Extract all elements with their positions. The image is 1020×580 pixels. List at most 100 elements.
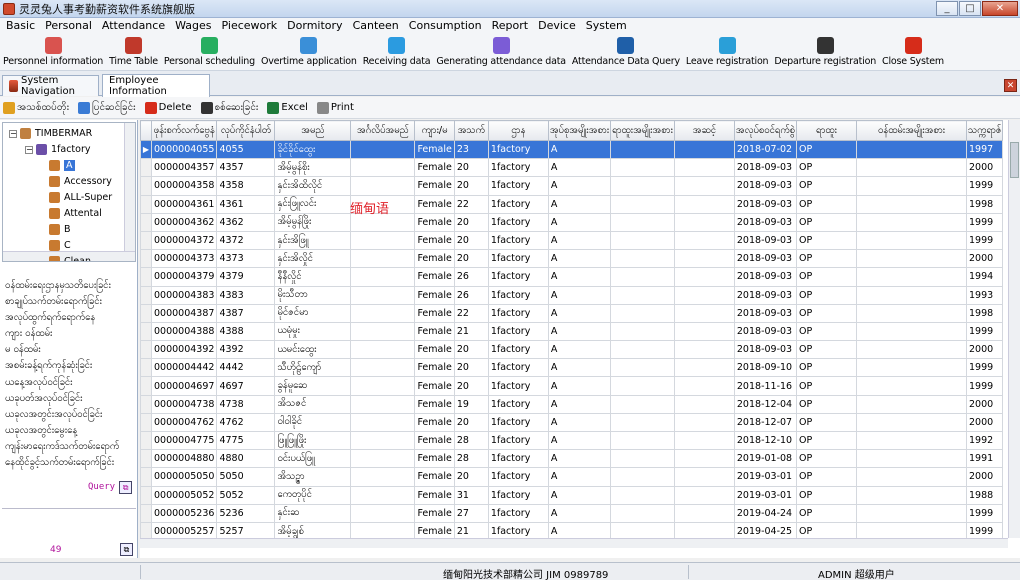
reminder-item[interactable]: ကျား ဝန်ထမ်း	[2, 326, 136, 342]
column-header[interactable]: ရာထူး	[795, 120, 857, 141]
action-button-5[interactable]: Print	[316, 101, 354, 114]
reminder-item[interactable]: အစမ်းခန့်ရက်ကုန်ဆုံးခြင်း	[2, 358, 136, 374]
reminder-item[interactable]: ဝန်ထမ်းရေးဌာနမှသတိပေးခြင်း	[2, 278, 136, 294]
table-row[interactable]: 0000004362 4362 အိမ့်မွန်ဖြိုး Female 20 1fac…	[140, 212, 1004, 232]
reminder-item[interactable]: ယခုလအတွင်းအလုပ်ဝင်ခြင်း	[2, 407, 136, 423]
table-row[interactable]: 0000004379 4379 နီနီလှိုင် Female 26 1factory…	[140, 267, 1004, 287]
table-row[interactable]: 0000004388 4388 ယမုံမှုး Female 21 1factory A 2…	[140, 321, 1004, 342]
popup-icon[interactable]: ⧉	[119, 480, 133, 494]
column-header[interactable]: အဆင့်	[673, 120, 735, 141]
toolbar-button-7[interactable]: Leave registration	[683, 34, 772, 70]
column-header[interactable]: အင်္ဂလိပ်အမည်	[350, 120, 416, 141]
tree-node-c[interactable]: C	[49, 238, 71, 253]
tree-node-clean[interactable]: Clean	[49, 254, 91, 261]
table-row[interactable]: ▶ 0000004055 4055 ခိုင်ခိုင်ထွေး Female 23 1fa…	[140, 139, 1004, 160]
tree-node-a[interactable]: A	[49, 158, 75, 173]
department-tree[interactable]: − TIMBERMAR −1factory A Accessory ALL-Super At…	[2, 122, 136, 262]
tree-node-all-super[interactable]: ALL-Super	[49, 190, 112, 205]
table-row[interactable]: 0000004358 4358 နှင်းအိထိလိုင် Female 20 1fac…	[140, 176, 1004, 196]
table-row[interactable]: 0000004775 4775 ဖြူဖြူဖြိုး Female 28 1factor…	[140, 430, 1004, 451]
reminder-item[interactable]: အလုပ်ထွက်ရက်ရောက်နေ	[2, 310, 136, 326]
action-button-3[interactable]: စစ်ဆေးခြင်း	[200, 100, 258, 115]
grid-scroll-thumb[interactable]	[1010, 142, 1019, 178]
reminder-item[interactable]: နေထိုင်ခွင့်သက်တမ်းရောက်ခြင်း	[2, 455, 136, 471]
toolbar-button-9[interactable]: Close System	[879, 34, 947, 70]
column-header[interactable]: အုပ်စုအမျိုးအစား	[547, 120, 612, 141]
tree-node-factory[interactable]: − 1factory	[25, 142, 91, 157]
menu-item-piecework[interactable]: Piecework	[218, 18, 284, 34]
tree-expander-icon[interactable]: −	[9, 129, 17, 138]
tree-expander-icon[interactable]: −	[25, 145, 33, 154]
column-header[interactable]: လုပ်ကိုင်နံပါတ်	[216, 120, 276, 141]
menu-item-canteen[interactable]: Canteen	[349, 18, 405, 34]
menu-item-personal[interactable]: Personal	[41, 18, 98, 34]
grid-vertical-scrollbar[interactable]	[1008, 120, 1020, 538]
table-row[interactable]: 0000005236 5236 နှင်းဆ Female 27 1factory A 201…	[140, 503, 1004, 523]
tree-vertical-scrollbar[interactable]	[124, 123, 135, 261]
table-row[interactable]: 0000004357 4357 အိမ့်မွန်စိုး Female 20 1fact…	[140, 158, 1004, 178]
column-header[interactable]: ရာထူးအမျိုးအစား	[610, 120, 675, 141]
column-header[interactable]: သက္ကရာဇ်	[965, 120, 1004, 141]
column-header[interactable]: အလုပ်စဝင်ရက်စွဲ	[733, 120, 797, 141]
column-header[interactable]: ဌာန	[487, 120, 549, 141]
toolbar-button-4[interactable]: Receiving data	[360, 34, 434, 70]
tab-system-navigation[interactable]: System Navigation	[2, 75, 99, 97]
tree-node-attental[interactable]: Attental	[49, 206, 102, 221]
menu-item-report[interactable]: Report	[488, 18, 534, 34]
table-row[interactable]: 0000004762 4762 ဝါဝါခိုင် Female 20 1factory A…	[140, 412, 1004, 433]
toolbar-button-5[interactable]: Generating attendance data	[433, 34, 569, 70]
menu-item-wages[interactable]: Wages	[171, 18, 217, 34]
toolbar-button-3[interactable]: Overtime application	[258, 34, 360, 70]
action-button-4[interactable]: Excel	[267, 101, 308, 114]
query-button[interactable]: Query ⧉	[88, 480, 133, 494]
tree-node-root[interactable]: − TIMBERMAR	[9, 126, 92, 141]
menu-item-dormitory[interactable]: Dormitory	[283, 18, 348, 34]
table-row[interactable]: 0000005052 5052 ကေတုပိုင် Female 31 1factory A…	[140, 485, 1004, 505]
reminder-item[interactable]: စာချုပ်သက်တမ်းရောက်ခြင်း	[2, 294, 136, 310]
column-header[interactable]: ဝန်ထမ်းအမျိုးအစား	[855, 120, 967, 141]
table-row[interactable]: 0000004697 4697 ခွန်မူဆေ Female 20 1factory A 2…	[140, 376, 1004, 396]
menu-item-consumption[interactable]: Consumption	[405, 18, 488, 34]
action-button-1[interactable]: ပြင်ဆင်ခြင်း	[78, 100, 136, 115]
menu-item-basic[interactable]: Basic	[2, 18, 41, 34]
action-button-2[interactable]: Delete	[144, 101, 192, 114]
column-header[interactable]: အမည်	[274, 120, 352, 141]
maximize-button[interactable]: □	[959, 1, 981, 16]
toolbar-button-0[interactable]: Personnel information	[0, 34, 106, 70]
close-window-button[interactable]: ✕	[982, 1, 1018, 16]
table-cell: နှင်းဆ	[274, 503, 352, 523]
reminder-item[interactable]: ယနေ့အလုပ်ဝင်ခြင်း	[2, 375, 136, 391]
toolbar-button-2[interactable]: Personal scheduling	[161, 34, 258, 70]
table-row[interactable]: 0000004361 4361 နှင်းဖြူလင်း Female 22 1facto…	[140, 194, 1004, 214]
reminder-item[interactable]: ယခုပတ်အလုပ်ဝင်ခြင်း	[2, 391, 136, 407]
tree-node-accessory[interactable]: Accessory	[49, 174, 112, 189]
close-tab-icon[interactable]: ✕	[1004, 79, 1017, 92]
reminder-item[interactable]: ယခုလအတွင်းမွေးနေ့	[2, 423, 136, 439]
minimize-button[interactable]: _	[936, 1, 958, 16]
tree-node-b[interactable]: B	[49, 222, 71, 237]
reminder-item[interactable]: ကျန်းမာရေးကဒ်သက်တမ်းရောက်	[2, 439, 136, 455]
table-row[interactable]: 0000004880 4880 ဝင်းပယ်ဖြူ Female 28 1factory…	[140, 449, 1004, 469]
grid-horizontal-scrollbar[interactable]	[140, 538, 1008, 548]
menu-item-system[interactable]: System	[582, 18, 633, 34]
table-row[interactable]: 0000004372 4372 နှင်းအိဖြူ Female 20 1factory…	[140, 230, 1004, 251]
column-header[interactable]: ဖုန်းစက်လက်ဗွေနံ	[150, 120, 218, 141]
column-header[interactable]: ကျား/မ	[414, 120, 455, 141]
tab-employee-information[interactable]: Employee Information	[102, 74, 210, 97]
toolbar-button-6[interactable]: Attendance Data Query	[569, 34, 683, 70]
menu-item-device[interactable]: Device	[534, 18, 582, 34]
table-row[interactable]: 0000004392 4392 ယမင်းထွေး Female 20 1factory A…	[140, 340, 1004, 360]
menu-item-attendance[interactable]: Attendance	[98, 18, 171, 34]
table-row[interactable]: 0000004373 4373 နှင်းအိလှိုင် Female 20 1fact…	[140, 249, 1004, 269]
table-row[interactable]: 0000004442 4442 သီဟိုဠ်ကျော် Female 20 1facto…	[140, 358, 1004, 378]
reminder-item[interactable]: မ ဝန်ထမ်း	[2, 342, 136, 358]
action-button-0[interactable]: အသစ်ထပ်တိုး	[3, 100, 69, 115]
table-row[interactable]: 0000004383 4383 မိုးသီတာ Female 26 1factory A 2…	[140, 285, 1004, 305]
table-row[interactable]: 0000004738 4738 အိသဇင် Female 19 1factory A 201…	[140, 394, 1004, 414]
column-header[interactable]: အသက်	[453, 120, 489, 141]
popup-icon[interactable]: ⧉	[120, 543, 133, 556]
toolbar-button-1[interactable]: Time Table	[106, 34, 161, 70]
toolbar-button-8[interactable]: Departure registration	[771, 34, 879, 70]
table-row[interactable]: 0000005050 5050 အိသဉ္ဇာ Female 20 1factory A 20…	[140, 467, 1004, 487]
table-row[interactable]: 0000004387 4387 မိုင်ဇင်မာ Female 22 1factory…	[140, 303, 1004, 323]
